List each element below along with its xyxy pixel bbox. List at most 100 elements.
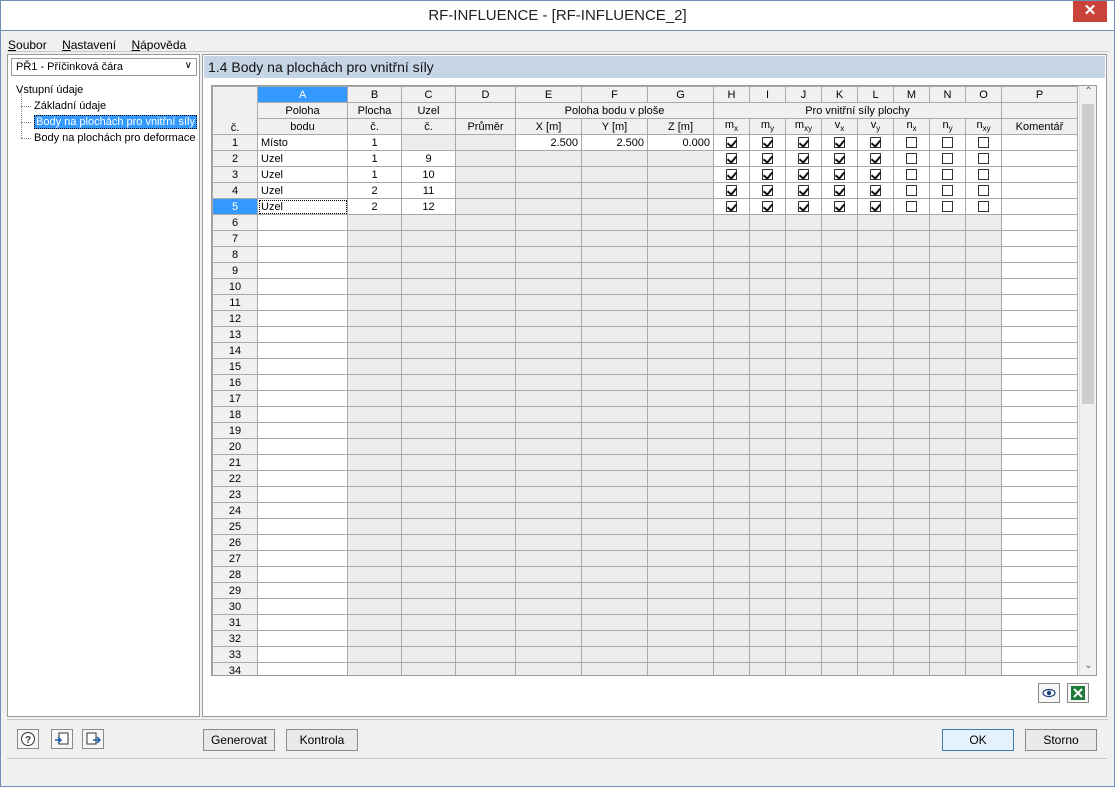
checkbox[interactable]: [942, 185, 953, 197]
cell-empty[interactable]: [647, 406, 714, 423]
cell-empty[interactable]: [401, 310, 456, 327]
cell-position[interactable]: [257, 246, 348, 263]
cell-empty[interactable]: [821, 374, 858, 391]
row-number[interactable]: 15: [212, 358, 258, 375]
cell-empty[interactable]: [929, 630, 966, 647]
table-row[interactable]: 19: [212, 422, 1078, 439]
cell-empty[interactable]: [749, 502, 786, 519]
table-row[interactable]: 16: [212, 374, 1078, 391]
cell-empty[interactable]: [965, 262, 1002, 279]
checkbox[interactable]: [978, 201, 989, 213]
cell-empty[interactable]: [965, 502, 1002, 519]
cell-empty[interactable]: [929, 406, 966, 423]
cell-empty[interactable]: [749, 550, 786, 567]
cell-empty[interactable]: [749, 534, 786, 551]
table-row[interactable]: 3 Uzel 1 10: [212, 166, 1078, 183]
cell-empty[interactable]: [893, 598, 930, 615]
cell-empty[interactable]: [749, 454, 786, 471]
cell-empty[interactable]: [857, 278, 894, 295]
cell-empty[interactable]: [821, 534, 858, 551]
cell-empty[interactable]: [857, 614, 894, 631]
column-letter-n[interactable]: N: [929, 86, 966, 103]
cell-empty[interactable]: [581, 374, 648, 391]
cell-comment[interactable]: [1001, 454, 1078, 471]
cell-empty[interactable]: [929, 614, 966, 631]
cell-empty[interactable]: [785, 518, 822, 535]
column-letter-h[interactable]: H: [713, 86, 750, 103]
cell-empty[interactable]: [347, 262, 402, 279]
cell-empty[interactable]: [821, 566, 858, 583]
cell-empty[interactable]: [401, 214, 456, 231]
row-number[interactable]: 2: [212, 150, 258, 167]
cell-empty[interactable]: [401, 374, 456, 391]
cell-empty[interactable]: [401, 454, 456, 471]
cell-position[interactable]: [257, 230, 348, 247]
row-number[interactable]: 5: [212, 198, 258, 215]
cell-empty[interactable]: [965, 646, 1002, 663]
cell-empty[interactable]: [929, 294, 966, 311]
cell-x[interactable]: [515, 198, 582, 215]
cell-empty[interactable]: [965, 614, 1002, 631]
checkbox[interactable]: [798, 153, 809, 165]
cell-empty[interactable]: [857, 214, 894, 231]
cell-empty[interactable]: [515, 566, 582, 583]
cell-force-check[interactable]: [749, 198, 786, 215]
cell-empty[interactable]: [749, 438, 786, 455]
checkbox[interactable]: [870, 137, 881, 149]
cell-position[interactable]: [257, 294, 348, 311]
cell-empty[interactable]: [965, 534, 1002, 551]
cell-comment[interactable]: [1001, 294, 1078, 311]
cell-empty[interactable]: [347, 406, 402, 423]
cell-z[interactable]: [647, 166, 714, 183]
cell-empty[interactable]: [347, 422, 402, 439]
cell-empty[interactable]: [785, 262, 822, 279]
cell-position[interactable]: [257, 262, 348, 279]
cell-force-check[interactable]: [749, 150, 786, 167]
cell-node-no[interactable]: 9: [401, 150, 456, 167]
cell-empty[interactable]: [515, 470, 582, 487]
import-button[interactable]: [51, 729, 73, 749]
cell-x[interactable]: [515, 150, 582, 167]
menu-help[interactable]: Nápověda: [131, 32, 186, 52]
row-number[interactable]: 20: [212, 438, 258, 455]
cell-empty[interactable]: [785, 534, 822, 551]
cell-empty[interactable]: [515, 454, 582, 471]
cell-empty[interactable]: [515, 582, 582, 599]
cell-empty[interactable]: [647, 614, 714, 631]
scroll-thumb[interactable]: [1082, 104, 1094, 404]
cell-y[interactable]: [581, 166, 648, 183]
cell-empty[interactable]: [929, 438, 966, 455]
cell-empty[interactable]: [857, 646, 894, 663]
cell-empty[interactable]: [455, 566, 516, 583]
cell-empty[interactable]: [515, 214, 582, 231]
cell-empty[interactable]: [347, 614, 402, 631]
cell-empty[interactable]: [749, 294, 786, 311]
cell-empty[interactable]: [401, 550, 456, 567]
cell-empty[interactable]: [929, 246, 966, 263]
checkbox[interactable]: [726, 185, 737, 197]
cell-empty[interactable]: [965, 278, 1002, 295]
cell-empty[interactable]: [581, 406, 648, 423]
cell-empty[interactable]: [965, 422, 1002, 439]
cell-position[interactable]: Uzel: [257, 198, 348, 215]
cell-empty[interactable]: [785, 614, 822, 631]
cell-y[interactable]: [581, 198, 648, 215]
cell-empty[interactable]: [347, 294, 402, 311]
cell-empty[interactable]: [713, 422, 750, 439]
cell-empty[interactable]: [713, 518, 750, 535]
checkbox[interactable]: [762, 153, 773, 165]
cell-empty[interactable]: [857, 662, 894, 675]
column-letter-b[interactable]: B: [347, 86, 402, 103]
cell-empty[interactable]: [749, 406, 786, 423]
cell-empty[interactable]: [785, 438, 822, 455]
cell-empty[interactable]: [965, 486, 1002, 503]
checkbox[interactable]: [834, 169, 845, 181]
cell-empty[interactable]: [857, 262, 894, 279]
cell-empty[interactable]: [929, 342, 966, 359]
table-row[interactable]: 29: [212, 582, 1078, 599]
tree-root-input-data[interactable]: Vstupní údaje: [14, 82, 197, 98]
cell-empty[interactable]: [455, 662, 516, 675]
table-row[interactable]: 6: [212, 214, 1078, 231]
cell-empty[interactable]: [581, 582, 648, 599]
column-letter-g[interactable]: G: [647, 86, 714, 103]
